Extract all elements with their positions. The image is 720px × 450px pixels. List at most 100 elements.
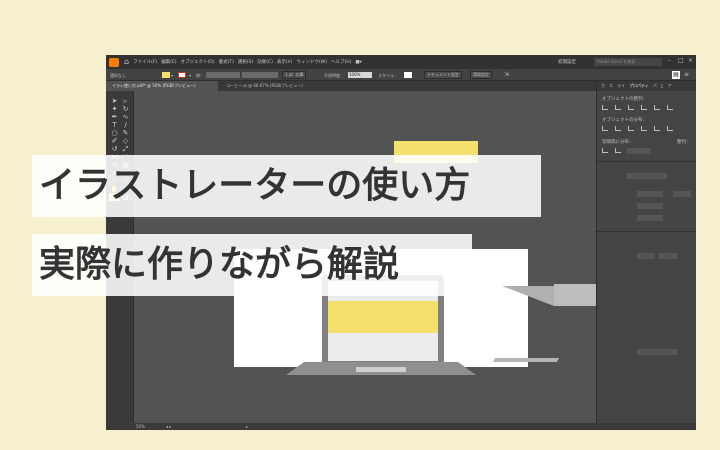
stroke-swatch[interactable] — [178, 72, 186, 78]
opacity-label[interactable]: 不透明度： — [324, 73, 344, 79]
spacing-vertical-icon[interactable] — [602, 148, 608, 153]
spacing-buttons — [602, 148, 621, 153]
home-icon[interactable]: ⌂ — [124, 58, 129, 66]
tab-swatches[interactable]: ス — [609, 83, 613, 89]
arrange-icon[interactable]: ⇲ — [504, 71, 509, 78]
menu-view[interactable]: 表示(V) — [277, 59, 293, 65]
maximize-icon[interactable]: □ — [678, 57, 684, 64]
pen-tool-icon[interactable]: ✒ — [109, 113, 120, 121]
document-tab-bar: イラレ使い方.pdf* @ 50% (RGB/プレビュー) コーヒー.ai @ … — [106, 81, 596, 91]
selection-status: 選択なし — [110, 73, 126, 78]
eraser-tool-icon[interactable]: ◇ — [120, 137, 131, 145]
rotate-tool-icon[interactable]: ↺ — [109, 145, 120, 153]
tab-cc[interactable]: C — [661, 84, 664, 89]
style-label: スタイル： — [378, 73, 398, 78]
panel-field-d[interactable] — [673, 191, 691, 197]
menu-layout-switcher[interactable]: ■▾ — [355, 60, 362, 65]
distribute-vcenter-icon[interactable] — [615, 126, 621, 131]
ellipse-tool-icon[interactable]: ○ — [109, 129, 120, 137]
tab-document-coffee[interactable]: コーヒー.ai @ 66.67% (RGB/プレビュー) — [220, 81, 304, 91]
distribute-top-icon[interactable] — [602, 126, 608, 131]
menu-window[interactable]: ウィンドウ(W) — [297, 59, 327, 65]
opacity-field[interactable]: 100% — [348, 72, 372, 78]
distribute-right-icon[interactable] — [667, 126, 673, 131]
panel-field-e[interactable] — [637, 253, 655, 259]
distribute-bottom-icon[interactable] — [628, 126, 634, 131]
panel-field-g[interactable] — [637, 349, 677, 355]
artwork-laptop-yellow-band — [328, 301, 438, 333]
lasso-tool-icon[interactable]: ↻ — [120, 105, 131, 113]
tab-appearance[interactable]: ア — [668, 83, 672, 89]
minimize-icon[interactable]: – — [668, 57, 671, 64]
tab-pathfinder[interactable]: パ — [653, 83, 657, 89]
type-tool-icon[interactable]: T — [109, 121, 120, 129]
artwork-laptop-touchpad — [356, 367, 406, 372]
tab-color[interactable]: カ — [601, 83, 605, 89]
menu-effect[interactable]: 効果(C) — [257, 59, 273, 65]
distribute-left-icon[interactable] — [641, 126, 647, 131]
stroke-label: 線： — [196, 73, 204, 78]
distribute-hcenter-icon[interactable] — [654, 126, 660, 131]
brush-definition[interactable]: 3 pt. 丸筆 — [282, 71, 307, 79]
style-swatch[interactable] — [404, 72, 412, 78]
preferences-button[interactable]: 環境設定 — [470, 71, 492, 79]
zoom-level[interactable]: 50% — [136, 424, 145, 429]
chevron-down-icon[interactable]: ▾ — [189, 73, 191, 78]
tab-libraries[interactable]: ライ — [617, 83, 625, 89]
menu-type[interactable]: 書式(T) — [219, 59, 234, 65]
control-bar: 選択なし ▾ ▾ 線： 3 pt. 丸筆 不透明度： 100% スタイル： ドキ… — [106, 69, 696, 81]
distribute-spacing-label: 等間隔に分布： — [602, 140, 634, 145]
selection-tool-icon[interactable]: ➤ — [109, 97, 120, 105]
panel-field-a[interactable] — [637, 191, 663, 197]
fill-swatch[interactable] — [162, 72, 170, 78]
menu-edit[interactable]: 編集(E) — [161, 59, 176, 65]
panel-divider — [597, 231, 696, 232]
paintbrush-tool-icon[interactable]: ✎ — [120, 129, 131, 137]
align-right-icon[interactable] — [628, 105, 634, 110]
align-top-icon[interactable] — [641, 105, 647, 110]
menu-file[interactable]: ファイル(F) — [133, 59, 157, 65]
scale-tool-icon[interactable]: ⤢ — [120, 145, 131, 153]
artwork-gray-triangle — [502, 286, 554, 306]
distribute-buttons — [602, 126, 673, 131]
panel-field-c[interactable] — [637, 215, 663, 221]
chevron-down-icon[interactable]: ▾ — [171, 73, 173, 78]
artwork-gray-shadow — [492, 358, 560, 362]
shaper-tool-icon[interactable]: ✐ — [109, 137, 120, 145]
panel-field-b[interactable] — [637, 203, 663, 209]
menu-select[interactable]: 選択(S) — [238, 59, 253, 65]
tab-document-active[interactable]: イラレ使い方.pdf* @ 50% (RGB/プレビュー) — [106, 81, 218, 91]
artboard-nav-icon[interactable]: ◂ ▸ — [166, 424, 171, 429]
align-center-icon[interactable] — [615, 105, 621, 110]
distribute-objects-label: オブジェクトの分布： — [602, 118, 647, 123]
menu-bar: ⌂ ファイル(F) 編集(E) オブジェクト(O) 書式(T) 選択(S) 効果… — [106, 55, 696, 69]
status-bar: 50% ◂ ▸ ▸ — [106, 423, 696, 430]
panel-menu-icon[interactable]: ≡ — [684, 71, 689, 78]
align-bottom-icon[interactable] — [667, 105, 673, 110]
close-icon[interactable]: × — [688, 57, 693, 64]
panel-dropdown[interactable] — [627, 173, 667, 179]
panel-divider — [597, 161, 696, 162]
line-tool-icon[interactable]: / — [120, 121, 131, 129]
magic-wand-icon[interactable]: ✦ — [109, 105, 120, 113]
align-buttons — [602, 105, 673, 110]
stock-search-input[interactable]: Adobe Stock を検索 — [594, 58, 662, 66]
direct-selection-tool-icon[interactable]: ▹ — [120, 97, 131, 105]
app-logo-icon — [109, 57, 119, 67]
document-setup-button[interactable]: ドキュメント設定 — [424, 71, 462, 79]
spacing-horizontal-icon[interactable] — [615, 148, 621, 153]
align-left-icon[interactable] — [602, 105, 608, 110]
current-tool-status: ▸ — [246, 424, 249, 429]
workspace-switcher[interactable]: 初期設定 — [558, 59, 576, 65]
tab-properties[interactable]: プロパティ — [629, 83, 649, 89]
panel-toggle-icon[interactable]: ▤ — [672, 71, 680, 79]
spacing-value-field[interactable] — [627, 148, 651, 154]
menu-object[interactable]: オブジェクト(O) — [181, 59, 215, 65]
variable-width-field[interactable] — [242, 72, 278, 78]
stroke-weight-field[interactable] — [206, 72, 240, 78]
align-to-label: 整列： — [677, 140, 691, 145]
curvature-tool-icon[interactable]: ∿ — [120, 113, 131, 121]
panel-field-f[interactable] — [659, 253, 677, 259]
align-middle-icon[interactable] — [654, 105, 660, 110]
menu-help[interactable]: ヘルプ(H) — [331, 59, 351, 65]
